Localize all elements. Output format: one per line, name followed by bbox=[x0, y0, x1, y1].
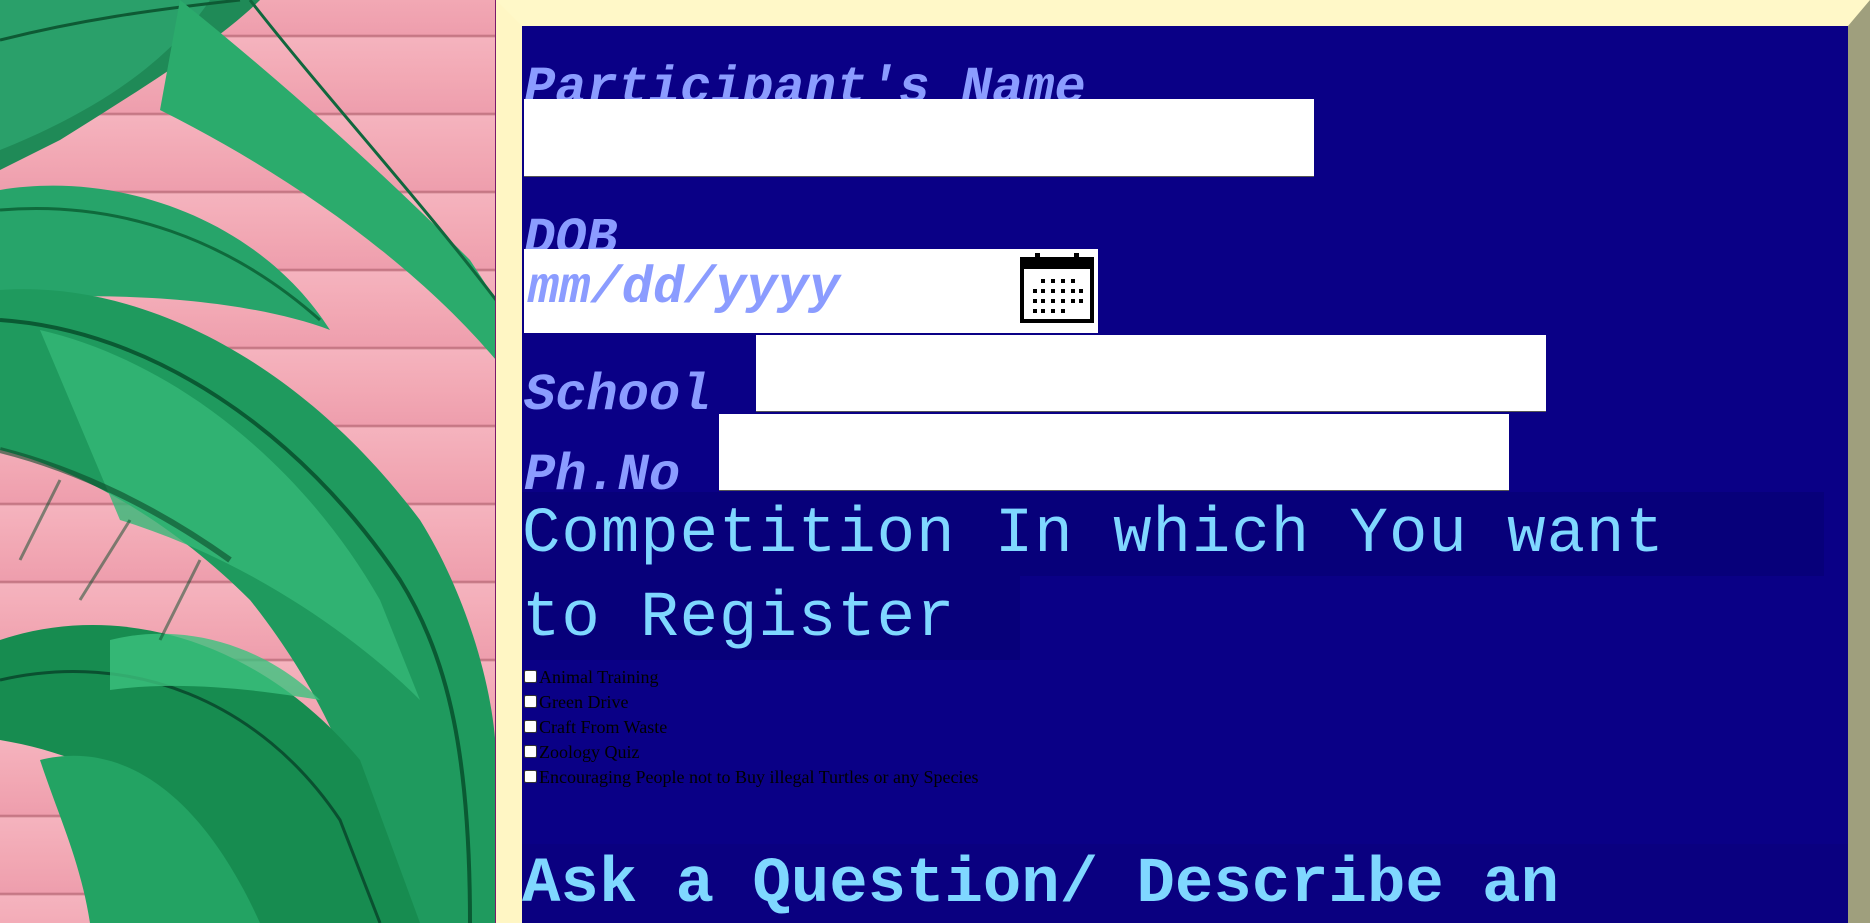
calendar-icon[interactable] bbox=[1019, 251, 1095, 325]
banana-leaves-image bbox=[0, 0, 496, 923]
name-input[interactable] bbox=[524, 99, 1314, 177]
checkbox[interactable] bbox=[524, 695, 537, 708]
competition-checkbox-list: Animal Training Green Drive Craft From W… bbox=[524, 664, 978, 789]
competition-heading-line2: to Register bbox=[522, 583, 956, 655]
competition-option[interactable]: Animal Training bbox=[524, 664, 978, 689]
phone-input[interactable] bbox=[719, 414, 1509, 491]
competition-option-label: Zoology Quiz bbox=[539, 741, 640, 762]
competition-heading-line1: Competition In which You want bbox=[522, 499, 1665, 571]
school-label: School bbox=[524, 366, 712, 425]
background-photo bbox=[0, 0, 496, 923]
checkbox[interactable] bbox=[524, 670, 537, 683]
competition-option-label: Animal Training bbox=[539, 666, 659, 687]
competition-option[interactable]: Green Drive bbox=[524, 689, 978, 714]
competition-option-label: Encouraging People not to Buy illegal Tu… bbox=[539, 766, 979, 787]
school-input[interactable] bbox=[756, 335, 1546, 412]
registration-form-panel: Participant's Name DOB mm/dd/yyyy School bbox=[495, 0, 1870, 923]
checkbox[interactable] bbox=[524, 720, 537, 733]
competition-option-label: Green Drive bbox=[539, 691, 629, 712]
checkbox[interactable] bbox=[524, 745, 537, 758]
dob-date-input[interactable]: mm/dd/yyyy bbox=[524, 249, 1098, 333]
competition-option[interactable]: Craft From Waste bbox=[524, 714, 978, 739]
checkbox[interactable] bbox=[524, 770, 537, 783]
dob-placeholder: mm/dd/yyyy bbox=[528, 259, 841, 318]
competition-option[interactable]: Encouraging People not to Buy illegal Tu… bbox=[524, 764, 978, 789]
competition-option[interactable]: Zoology Quiz bbox=[524, 739, 978, 764]
competition-option-label: Craft From Waste bbox=[539, 716, 668, 737]
ask-question-heading: Ask a Question/ Describe an bbox=[522, 849, 1559, 921]
